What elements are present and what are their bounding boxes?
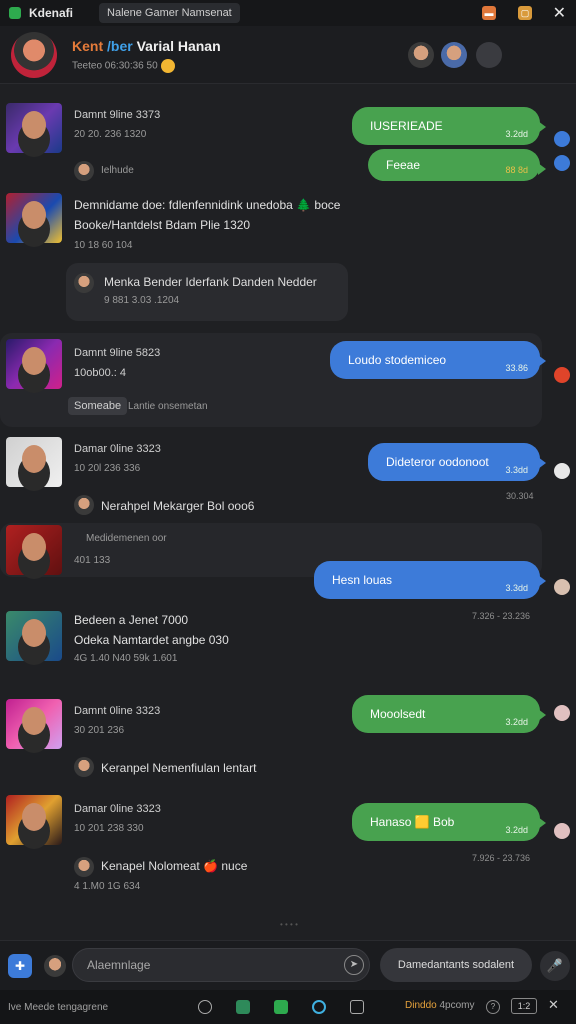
- conversation-subtitle: Teeteo 06:30:36 50: [72, 59, 175, 73]
- sync-icon[interactable]: [312, 1000, 326, 1014]
- folder-icon[interactable]: [274, 1000, 288, 1014]
- quoted-message-card[interactable]: Menka Bender Iderfank Danden Nedder 9 88…: [66, 263, 348, 321]
- sender-thumbnail[interactable]: [6, 795, 62, 845]
- mic-icon[interactable]: 🎤: [540, 951, 570, 981]
- message-title: Damar 0line 3323: [74, 803, 161, 815]
- page-indicator[interactable]: 1:2: [511, 998, 537, 1014]
- message-title: Damnt 0line 3323: [74, 705, 161, 717]
- sender-thumbnail[interactable]: [6, 103, 62, 153]
- composer-bar: ✚ ➤ Damedantants sodalent 🎤: [0, 940, 576, 990]
- reaction-text: Lantie onsemetan: [128, 401, 208, 412]
- close-icon[interactable]: ✕: [548, 997, 559, 1013]
- message-time: 7.926 - 23.736: [472, 853, 531, 863]
- message-meta: 20 20. 236 1320: [74, 129, 147, 140]
- sub-name: Kenapel Nolomeat 🍎 nuce: [101, 859, 248, 873]
- maximize-icon[interactable]: ▢: [518, 6, 532, 20]
- message-title: Damnt 9line 5823: [74, 347, 161, 359]
- outgoing-bubble[interactable]: Hesn louas 3.3dd: [314, 561, 546, 599]
- message-meta: 401 133: [74, 555, 111, 566]
- conversation-header: Kent /ber Varial Hanan Teeteo 06:30:36 5…: [0, 26, 576, 84]
- read-receipt-icon: [554, 579, 570, 595]
- message-meta: 10ob00.: 4: [74, 367, 126, 379]
- sender-thumbnail[interactable]: [6, 611, 62, 661]
- reaction-pill[interactable]: Someabe: [68, 397, 128, 415]
- message-time: 7.326 - 23.236: [472, 611, 531, 621]
- status-label: Dinddo 4pcomy: [405, 1000, 475, 1011]
- contact-avatar[interactable]: [11, 32, 57, 78]
- card-text: Menka Bender Iderfank Danden Nedder: [104, 275, 317, 289]
- window-title[interactable]: Nalene Gamer Namsenat: [99, 3, 240, 23]
- scroll-indicator: • • • •: [280, 920, 298, 929]
- send-icon[interactable]: ➤: [344, 955, 364, 975]
- minimize-icon[interactable]: ▬: [482, 6, 496, 20]
- sender-thumbnail[interactable]: [6, 193, 62, 243]
- sender-thumbnail[interactable]: [6, 525, 62, 575]
- outgoing-bubble[interactable]: IUSERIEADE 3.2dd: [352, 107, 546, 145]
- app-name: Kdenafi: [29, 6, 74, 20]
- sender-thumbnail[interactable]: [6, 699, 62, 749]
- message-meta: 10 20l 236 336: [74, 463, 141, 474]
- conversation-title: Kent /ber Varial Hanan: [72, 38, 221, 54]
- read-receipt-icon: [554, 131, 570, 147]
- sub-avatar: [74, 757, 94, 777]
- read-receipt-icon: [554, 155, 570, 171]
- sub-avatar: [74, 495, 94, 515]
- outgoing-bubble[interactable]: Dideteror oodonoot 3.3dd: [368, 443, 546, 481]
- emoji-icon: [160, 59, 175, 73]
- camera-icon[interactable]: [350, 1000, 364, 1014]
- read-receipt-icon: [554, 705, 570, 721]
- sub-name: Ielhude: [101, 165, 134, 176]
- message-line: Odeka Namtardet angbe 030: [74, 633, 229, 647]
- status-text: Ive Meede tengagrene: [8, 1001, 109, 1013]
- card-avatar: [74, 273, 94, 293]
- sub-name: Keranpel Nemenfiulan lentart: [101, 761, 257, 775]
- close-icon[interactable]: ✕: [553, 3, 566, 23]
- video-icon[interactable]: [441, 42, 467, 68]
- app-icon: [9, 7, 21, 19]
- message-meta: 30 201 236: [74, 725, 125, 736]
- sub-avatar: [74, 161, 94, 181]
- sender-thumbnail[interactable]: [6, 339, 62, 389]
- info-icon[interactable]: ?: [486, 1000, 500, 1014]
- call-icon[interactable]: [408, 42, 434, 68]
- outgoing-bubble[interactable]: Feeae 88 8d: [368, 149, 546, 181]
- message-meta: 4 1.M0 1G 634: [74, 881, 141, 892]
- status-bar: Ive Meede tengagrene Dinddo 4pcomy ? 1:2…: [0, 990, 576, 1024]
- attach-icon[interactable]: ✚: [8, 954, 32, 978]
- message-input[interactable]: [72, 948, 370, 982]
- message-meta: 10 18 60 104: [74, 240, 133, 251]
- title-bar: Kdenafi Nalene Gamer Namsenat ▬ ▢ ✕: [0, 0, 576, 26]
- message-title: Bedeen a Jenet 7000: [74, 613, 189, 627]
- message-title: Damnt 9line 3373: [74, 109, 161, 121]
- grid-icon[interactable]: [236, 1000, 250, 1014]
- message-meta: 4G 1.40 N40 59k 1.601: [74, 653, 178, 664]
- message-line: Booke/Hantdelst Bdam Plie 1320: [74, 218, 251, 232]
- user-avatar[interactable]: [44, 955, 66, 977]
- secondary-action-button[interactable]: Damedantants sodalent: [380, 948, 532, 982]
- message-title: Damar 0line 3323: [74, 443, 161, 455]
- message-meta: Medidemenen oor: [86, 533, 167, 544]
- message-feed[interactable]: Damnt 9line 3373 20 20. 236 1320 Ielhude…: [0, 85, 576, 940]
- status-icons: [198, 1000, 364, 1014]
- read-receipt-icon: [554, 823, 570, 839]
- read-receipt-icon: [554, 463, 570, 479]
- settings-icon[interactable]: [198, 1000, 212, 1014]
- outgoing-bubble[interactable]: Mooolsedt 3.2dd: [352, 695, 546, 733]
- more-icon[interactable]: [476, 42, 502, 68]
- read-receipt-icon: [554, 367, 570, 383]
- outgoing-bubble[interactable]: Loudo stodemiceo 33.86: [330, 341, 546, 379]
- sender-thumbnail[interactable]: [6, 437, 62, 487]
- sub-name: Nerahpel Mekarger Bol ooo6: [101, 499, 255, 513]
- message-meta: 10 201 238 330: [74, 823, 144, 834]
- sub-avatar: [74, 857, 94, 877]
- message-time: 30.304: [506, 491, 534, 501]
- message-title: Demnidame doe: fdlenfennidink unedoba 🌲 …: [74, 198, 341, 212]
- card-meta: 9 881 3.03 .1204: [104, 295, 180, 306]
- outgoing-bubble[interactable]: Hanaso 🟨 Bob 3.2dd: [352, 803, 546, 841]
